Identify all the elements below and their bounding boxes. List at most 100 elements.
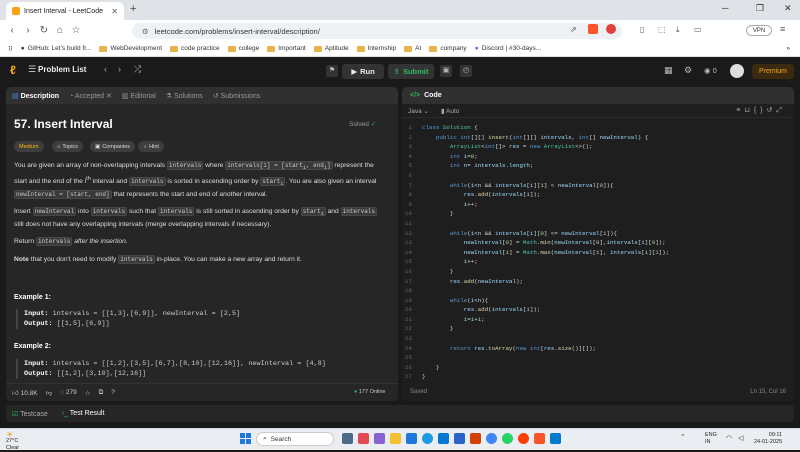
settings-gear-icon[interactable]: ⚙ (684, 65, 692, 76)
reload-icon[interactable]: ↻ (36, 25, 52, 36)
debug-icon[interactable]: ⚑ (326, 65, 338, 77)
premium-button[interactable]: Premium (752, 64, 794, 79)
auto-toggle[interactable]: ▮ Auto (441, 107, 459, 115)
favorite-star-icon[interactable]: ☆ (85, 389, 91, 397)
wifi-icon[interactable]: ◠ (726, 434, 732, 442)
file-explorer-icon[interactable] (390, 433, 401, 444)
weather-widget[interactable]: ☀ 27°C Clear (6, 431, 19, 452)
windows-start-icon[interactable] (240, 433, 251, 444)
shuffle-icon[interactable]: ⤮ (134, 64, 141, 75)
avatar[interactable] (730, 64, 744, 78)
coins-counter[interactable]: ◉ 0 (704, 66, 717, 75)
close-tab-icon[interactable]: ✕ (111, 7, 118, 16)
system-clock[interactable]: 09:11 24-01-2025 (754, 432, 782, 446)
companies-chip[interactable]: ▣ Companies (90, 141, 136, 152)
prev-problem-icon[interactable]: ‹ (104, 64, 107, 74)
bookmark-star-icon[interactable]: ☆ (68, 25, 84, 36)
menu-icon[interactable]: ≡ (780, 24, 785, 34)
braces-icon[interactable]: {} (754, 107, 767, 114)
bookmark-icon[interactable]: ⊔ (744, 107, 753, 114)
difficulty-chip[interactable]: Medium (14, 141, 44, 152)
tab-test-result[interactable]: ›_ Test Result (62, 410, 105, 417)
store-icon[interactable] (438, 433, 449, 444)
run-button[interactable]: ▶ Run (342, 64, 384, 79)
brave-shield-icon[interactable] (588, 24, 598, 34)
app-icon[interactable] (358, 433, 369, 444)
leetcode-logo-icon[interactable]: ℓ (10, 63, 24, 77)
wallet-icon[interactable]: ▭ (694, 25, 702, 34)
timer-icon[interactable]: ◴ (460, 65, 472, 77)
back-icon[interactable]: ‹ (4, 25, 20, 36)
maximize-icon[interactable]: ❐ (756, 3, 764, 14)
brave-icon[interactable] (534, 433, 545, 444)
bookmark-apps-icon[interactable]: ⠿ (8, 45, 13, 53)
bookmark-important[interactable]: Important (267, 45, 306, 52)
code-editor[interactable]: 1 class Solution { 2 public int[][] inser… (402, 123, 794, 382)
tab-editorial[interactable]: ▥ Editorial (122, 92, 156, 100)
minimize-icon[interactable]: ─ (722, 3, 728, 13)
bookmark-ai[interactable]: AI (404, 45, 421, 52)
tab-description[interactable]: ▤ Description (12, 92, 59, 100)
topics-chip[interactable]: ⌂ Topics (52, 141, 83, 152)
downloads-icon[interactable]: ⤓ (676, 25, 680, 35)
share-link-icon[interactable]: ⧉ (99, 389, 104, 397)
tab-submissions[interactable]: ↺ Submissions (213, 92, 261, 100)
vscode-icon[interactable] (550, 433, 561, 444)
like-button[interactable]: 👍︎ 10.8K (12, 389, 38, 397)
online-count: ● 177 Online (354, 389, 386, 395)
forward-icon[interactable]: › (20, 25, 36, 36)
language-select[interactable]: Java ⌄ (408, 107, 429, 115)
notes-icon[interactable]: ▣ (440, 65, 452, 77)
tab-solutions[interactable]: ⚗ Solutions (166, 92, 203, 100)
home-icon[interactable]: ⌂ (52, 25, 68, 36)
taskbar-search[interactable]: ⌕ Search (256, 432, 334, 446)
app-icon[interactable] (374, 433, 385, 444)
hint-chip[interactable]: ♁ Hint (138, 141, 164, 152)
bookmark-discord[interactable]: ● Discord | #30-days... (475, 45, 541, 52)
edge-icon[interactable] (422, 433, 433, 444)
clock-icon: ◔ (69, 92, 74, 100)
bookmark-internship[interactable]: Internship (356, 45, 396, 52)
code-tab[interactable]: </> Code (402, 87, 794, 104)
bookmark-code-practice[interactable]: code practice (170, 45, 220, 52)
chrome-icon[interactable] (486, 433, 497, 444)
bookmarks-bar: ⠿ ● GitHub: Let's build fr... WebDevelopm… (0, 41, 800, 57)
whatsapp-icon[interactable] (502, 433, 513, 444)
desc-paragraph: Return intervals after the insertion. (14, 237, 128, 247)
dislike-button[interactable]: 👎︎ (46, 389, 53, 397)
url-field[interactable]: ⚙ leetcode.com/problems/insert-interval/… (132, 23, 622, 39)
reset-icon[interactable]: ↺ (767, 107, 777, 114)
tray-chevron-icon[interactable]: ⌃ (680, 433, 686, 441)
close-window-icon[interactable]: ✕ (784, 3, 792, 14)
share-icon[interactable]: ⇗ (570, 25, 577, 34)
volume-icon[interactable]: ◁ (738, 434, 743, 442)
tab-accepted[interactable]: ◔ Accepted ✕ (69, 92, 112, 100)
app-icon[interactable] (518, 433, 529, 444)
problem-list-link[interactable]: Problem List (38, 65, 86, 74)
bookmark-github[interactable]: ● GitHub: Let's build fr... (21, 45, 92, 52)
browser-tab[interactable]: Insert Interval - LeetCode ✕ (6, 2, 124, 20)
next-problem-icon[interactable]: › (118, 64, 121, 74)
word-icon[interactable] (454, 433, 465, 444)
comments-button[interactable]: ◌ 279 (60, 389, 77, 396)
powerpoint-icon[interactable] (470, 433, 481, 444)
submit-button[interactable]: ⇪ Submit (388, 64, 434, 79)
bookmark-webdevelopment[interactable]: WebDevelopment (99, 45, 162, 52)
fullscreen-icon[interactable]: ⤢ (776, 107, 786, 114)
new-tab-icon[interactable]: + (130, 3, 136, 15)
help-icon[interactable]: ? (111, 389, 115, 396)
language-indicator[interactable]: ENG IN (705, 432, 717, 446)
bookmark-aptitude[interactable]: Aptitude (313, 45, 349, 52)
tab-testcase[interactable]: ☑ Testcase (12, 410, 48, 418)
task-view-icon[interactable] (342, 433, 353, 444)
extensions-icon[interactable]: ⬚ (658, 25, 666, 34)
layout-icon[interactable]: ▦ (664, 65, 673, 76)
site-info-icon[interactable]: ⚙ (142, 27, 149, 36)
mail-icon[interactable] (406, 433, 417, 444)
bookmark-company[interactable]: company (429, 45, 467, 52)
brave-rewards-icon[interactable] (606, 24, 616, 34)
vpn-button[interactable]: VPN (746, 25, 772, 36)
more-bookmarks-icon[interactable]: » (786, 45, 790, 52)
bookmark-college[interactable]: college (227, 45, 259, 52)
sidebar-icon[interactable]: ▯ (640, 25, 644, 34)
